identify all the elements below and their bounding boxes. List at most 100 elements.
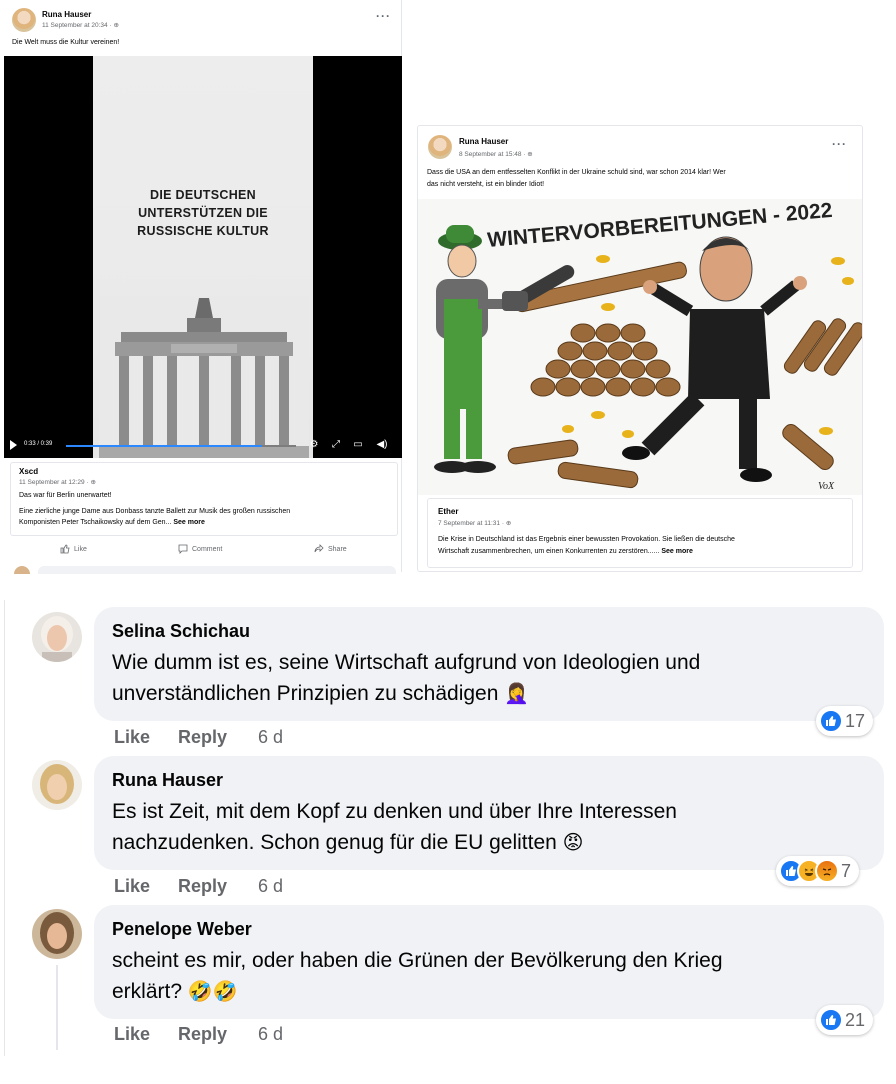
- comment-author[interactable]: Selina Schichau: [112, 619, 866, 643]
- see-more-link[interactable]: See more: [173, 519, 205, 526]
- rofl-emoji-icon: 🤣🤣: [187, 981, 238, 1003]
- post-actions: Like Comment Share: [10, 540, 398, 560]
- comment-text-line: Wirtschaft zusammenbrechen, um einen Kon…: [438, 548, 660, 555]
- reaction-summary[interactable]: 7: [776, 856, 860, 886]
- share-button[interactable]: Share: [314, 544, 347, 554]
- thumbs-up-icon: [60, 544, 70, 554]
- comment-author[interactable]: Xscd: [19, 467, 38, 476]
- comment-actions: Like Reply 6 d: [114, 876, 414, 900]
- comment-text-line: Eine zierliche junge Dame aus Donbass ta…: [19, 508, 291, 515]
- comment-text-line: unverständlichen Prinzipien zu schädigen: [112, 682, 499, 705]
- avatar[interactable]: [32, 612, 82, 662]
- play-icon[interactable]: [10, 440, 17, 450]
- reaction-count: 7: [841, 860, 852, 881]
- angry-face-emoji-icon: 😡: [562, 832, 584, 854]
- video-controls: 0:33 / 0:39 ⚙ ⤢ ▭ ◀): [4, 434, 402, 458]
- post-text-line: Dass die USA an dem entfesselten Konflik…: [427, 169, 726, 176]
- cartoon-signature: VoX: [818, 481, 835, 492]
- post-author[interactable]: Runa Hauser: [459, 137, 508, 146]
- avatar[interactable]: [32, 909, 82, 959]
- comment-timestamp[interactable]: 7 September at 11:31: [438, 520, 500, 527]
- comment-icon: [178, 544, 188, 554]
- globe-icon: · ⊕: [501, 520, 512, 527]
- comment-button[interactable]: Comment: [178, 544, 222, 554]
- comment-text-line: Das war für Berlin unerwartet!: [19, 492, 112, 499]
- volume-icon[interactable]: ◀): [376, 439, 388, 451]
- reaction-summary[interactable]: 21: [816, 1005, 874, 1035]
- comment-box: Xscd 11 September at 12:29 · ⊕ Das war f…: [10, 462, 398, 536]
- comment-text-line: erklärt?: [112, 980, 183, 1003]
- video-progress-fill: [66, 445, 262, 447]
- comment-input[interactable]: [38, 566, 396, 574]
- comment-author[interactable]: Penelope Weber: [112, 917, 866, 941]
- woman-facepalming-emoji-icon: 🤦‍♀️: [504, 683, 530, 705]
- comment-text-line: Es ist Zeit, mit dem Kopf zu denken und …: [112, 800, 677, 823]
- comment-author[interactable]: Ether: [438, 507, 458, 516]
- reply-button[interactable]: Reply: [178, 876, 227, 897]
- avatar: [14, 566, 30, 574]
- post-timestamp[interactable]: 8 September at 15:48: [459, 151, 522, 158]
- reaction-count: 21: [845, 1009, 866, 1030]
- avatar[interactable]: [12, 8, 36, 32]
- avatar-photo: [32, 909, 82, 959]
- post-author[interactable]: Runa Hauser: [42, 10, 91, 19]
- video-player[interactable]: DIE DEUTSCHEN UNTERSTÜTZEN DIE RUSSISCHE…: [4, 56, 402, 458]
- lumberjack-figure: [434, 225, 518, 473]
- video-time: 0:33 / 0:39: [24, 441, 53, 447]
- cartoon-title: WINTERVORBEREITUNGEN - 2022: [486, 199, 833, 252]
- like-button[interactable]: Like: [114, 727, 150, 748]
- comment-timestamp[interactable]: 11 September at 12:29: [19, 479, 85, 486]
- see-more-link[interactable]: See more: [661, 548, 693, 555]
- comment-actions: Like Reply 6 d: [114, 1024, 414, 1048]
- video-frame: DIE DEUTSCHEN UNTERSTÜTZEN DIE RUSSISCHE…: [93, 56, 313, 458]
- reaction-summary[interactable]: 17: [816, 706, 874, 736]
- like-reaction-icon: [819, 709, 843, 733]
- comment-bubble: Runa Hauser Es ist Zeit, mit dem Kopf zu…: [94, 756, 884, 870]
- globe-icon: · ⊕: [523, 151, 533, 158]
- comment-text-line: Die Krise in Deutschland ist das Ergebni…: [438, 536, 735, 543]
- comment-bubble: Penelope Weber scheint es mir, oder habe…: [94, 905, 884, 1019]
- globe-icon: · ⊕: [109, 22, 119, 29]
- video-caption: DIE DEUTSCHEN UNTERSTÜTZEN DIE RUSSISCHE…: [137, 188, 269, 238]
- comment-text-line: Wie dumm ist es, seine Wirtschaft aufgru…: [112, 651, 701, 674]
- comment-actions: Like Reply 6 d: [114, 727, 414, 751]
- like-button[interactable]: Like: [114, 1024, 150, 1045]
- comment-time[interactable]: 6 d: [258, 727, 283, 748]
- cartoon-image[interactable]: WINTERVORBEREITUNGEN - 2022 VoX: [418, 199, 862, 495]
- comment-time[interactable]: 6 d: [258, 1024, 283, 1045]
- post-text-line: das nicht versteht, ist ein blinder Idio…: [427, 181, 545, 188]
- like-button[interactable]: Like: [114, 876, 150, 897]
- thread-divider: [4, 600, 5, 1056]
- pip-icon[interactable]: ▭: [352, 439, 364, 451]
- angry-reaction-icon: [815, 859, 839, 883]
- post-timestamp[interactable]: 11 September at 20:34: [42, 22, 108, 29]
- like-button[interactable]: Like: [60, 544, 87, 554]
- post-card-2: Runa Hauser 8 September at 15:48 · ⊕ ···…: [417, 125, 863, 572]
- thread-line: [56, 965, 58, 1050]
- more-options-icon[interactable]: ···: [376, 9, 391, 23]
- comment-author[interactable]: Runa Hauser: [112, 768, 866, 792]
- comment-box: Ether 7 September at 11:31 · ⊕ Die Krise…: [427, 498, 853, 568]
- reaction-count: 17: [845, 710, 866, 731]
- avatar-photo: [32, 612, 82, 662]
- comment-bubble: Selina Schichau Wie dumm ist es, seine W…: [94, 607, 884, 721]
- comment-text-line: Komponisten Peter Tschaikowsky auf dem G…: [19, 519, 172, 526]
- comment-text-line: nachzudenken. Schon genug für die EU gel…: [112, 831, 557, 854]
- avatar-photo: [32, 760, 82, 810]
- video-scrubber[interactable]: [66, 445, 296, 447]
- reply-button[interactable]: Reply: [178, 1024, 227, 1045]
- post-card-1: Runa Hauser 11 September at 20:34 · ⊕ ··…: [4, 0, 402, 574]
- comment-time[interactable]: 6 d: [258, 876, 283, 897]
- like-reaction-icon: [819, 1008, 843, 1032]
- cartoon-drawing: WINTERVORBEREITUNGEN - 2022 VoX: [434, 199, 862, 492]
- globe-icon: · ⊕: [86, 479, 96, 486]
- post-text: Die Welt muss die Kultur vereinen!: [12, 39, 120, 46]
- avatar[interactable]: [32, 760, 82, 810]
- more-options-icon[interactable]: ···: [832, 137, 847, 151]
- expand-icon[interactable]: ⤢: [330, 439, 342, 451]
- settings-icon[interactable]: ⚙: [308, 439, 320, 451]
- comment-text-line: scheint es mir, oder haben die Grünen de…: [112, 949, 723, 972]
- share-icon: [314, 544, 324, 553]
- avatar[interactable]: [428, 135, 452, 159]
- reply-button[interactable]: Reply: [178, 727, 227, 748]
